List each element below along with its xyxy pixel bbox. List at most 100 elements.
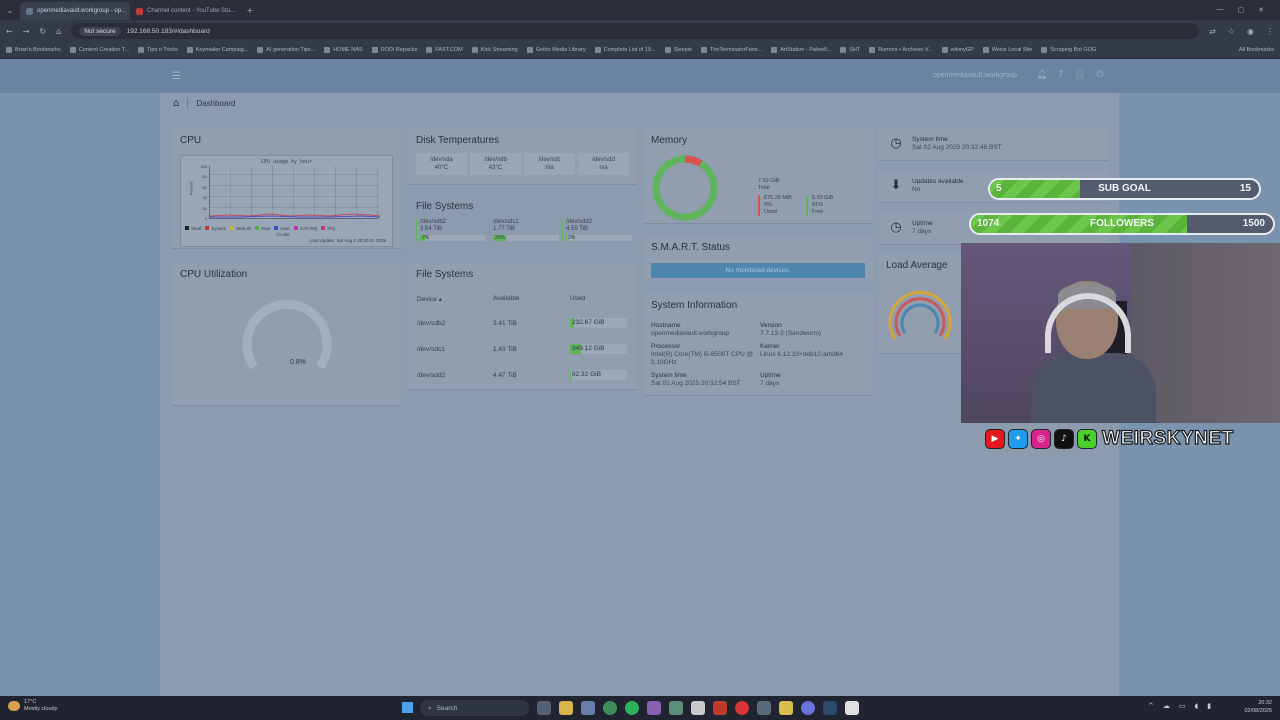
- tab-search-icon[interactable]: ⌄: [0, 0, 20, 20]
- app-icon[interactable]: [691, 701, 705, 715]
- column-header-device[interactable]: Device ▴: [417, 295, 442, 303]
- cpu-last-update: Last Update: Sat Aug 2 20:30:01 2025: [309, 238, 386, 243]
- chrome-icon[interactable]: [603, 701, 617, 715]
- bookmark-item[interactable]: Keymailer Campaig...: [186, 46, 248, 53]
- cpu-graph-title: CPU usage by hour: [260, 159, 313, 165]
- table-row-device: /dev/sdc1: [417, 346, 445, 353]
- bookmark-item[interactable]: Scraping Bot GOG: [1041, 46, 1096, 53]
- bookmark-favicon-icon: [526, 46, 533, 53]
- bookmark-item[interactable]: Content Creation T...: [69, 46, 129, 53]
- bookmark-item[interactable]: Kick Streaming: [471, 46, 518, 53]
- bookmark-star-icon[interactable]: ☆: [1228, 27, 1235, 36]
- memory-donut: [652, 155, 718, 221]
- instagram-icon: ◎: [1031, 429, 1051, 449]
- toolbar-icons: ⇄ ☆ ◉ ⋮: [1209, 27, 1274, 36]
- onedrive-icon[interactable]: ☁: [1163, 702, 1170, 710]
- cpu-ytick: 0: [204, 216, 207, 221]
- app-icon[interactable]: [779, 701, 793, 715]
- cloud-icon: [8, 701, 20, 711]
- file-systems-table-title: File Systems: [416, 269, 474, 280]
- cpu-title: CPU: [180, 135, 202, 146]
- bookmark-item[interactable]: wikmyGP: [941, 46, 974, 53]
- sub-goal-current: 5: [996, 183, 1002, 194]
- tab-label: Channel content - YouTube Stu...: [147, 8, 236, 14]
- bookmark-item[interactable]: Rumors • Archives V...: [869, 46, 933, 53]
- tab-openmediavault[interactable]: openmediavault.workgroup - op... ✕: [20, 2, 130, 20]
- channel-brand-name: WEIRSKYNET: [1101, 427, 1234, 449]
- notifications-icon[interactable]: 🔔︎: [1036, 70, 1047, 80]
- url-bar[interactable]: Not secure 192.168.50.183/#/dashboard: [71, 23, 1200, 39]
- menu-toggle-icon[interactable]: ☰: [172, 71, 181, 82]
- bookmark-item[interactable]: TheTerminatorFans...: [700, 46, 762, 53]
- spotify-icon[interactable]: [625, 701, 639, 715]
- task-view-icon[interactable]: [537, 701, 551, 715]
- bookmark-item[interactable]: Complete List of 19...: [594, 46, 656, 53]
- menu-dots-icon[interactable]: ⋮: [1266, 27, 1274, 36]
- left-gutter: [0, 93, 160, 696]
- column-header-available[interactable]: Available: [493, 295, 519, 302]
- profile-icon[interactable]: ◉: [1247, 27, 1254, 36]
- file-explorer-icon[interactable]: [559, 701, 573, 715]
- breadcrumb-separator: [187, 98, 189, 108]
- bookmark-item[interactable]: AI generation Tips...: [257, 46, 315, 53]
- bookmark-item[interactable]: SHT: [840, 46, 860, 53]
- bookmark-favicon-icon: [186, 46, 193, 53]
- cpu-graph-lines: [210, 213, 380, 218]
- battery-icon[interactable]: ▮: [1207, 702, 1211, 710]
- bookmark-item[interactable]: ArtStation - Palwell...: [771, 46, 831, 53]
- network-icon[interactable]: ▭: [1179, 702, 1186, 710]
- weather-temp: 17°C: [24, 699, 37, 705]
- user-icon[interactable]: 👤︎: [1074, 70, 1085, 80]
- app-icon[interactable]: [757, 701, 771, 715]
- bookmark-item[interactable]: HOME NAS: [324, 46, 363, 53]
- bookmark-item[interactable]: Sleepio: [664, 46, 692, 53]
- bookmark-favicon-icon: [426, 46, 433, 53]
- bookmark-item[interactable]: Weiss Local Site: [982, 46, 1032, 53]
- opera-icon[interactable]: [735, 701, 749, 715]
- discord-icon[interactable]: [801, 701, 815, 715]
- memory-total: 7.59 GiB Total: [758, 178, 780, 191]
- forward-icon[interactable]: →: [23, 27, 30, 36]
- app-icon[interactable]: [647, 701, 661, 715]
- windows-start-icon[interactable]: [402, 702, 413, 713]
- translate-icon[interactable]: ⇄: [1209, 27, 1216, 36]
- help-icon[interactable]: ?: [1058, 70, 1063, 80]
- fs-tile-usage-bar: 2%: [566, 235, 632, 241]
- all-bookmarks[interactable]: All Bookmarks: [1239, 47, 1274, 53]
- kernel-value: Linux 6.12.33+deb12-amd64: [760, 351, 843, 358]
- search-icon: ⌕: [428, 703, 432, 712]
- app-icon[interactable]: [669, 701, 683, 715]
- tab-label: openmediavault.workgroup - op...: [37, 8, 127, 14]
- maximize-icon[interactable]: ▢: [1238, 6, 1245, 14]
- bookmark-item[interactable]: Gotho Media Library: [526, 46, 586, 53]
- minimize-icon[interactable]: —: [1217, 6, 1224, 14]
- bookmark-item[interactable]: Tips n Tricks: [138, 46, 178, 53]
- volume-icon[interactable]: ◖: [1195, 702, 1199, 710]
- tab-youtube-studio[interactable]: Channel content - YouTube Stu... ✕: [130, 2, 240, 20]
- app-icon[interactable]: [713, 701, 727, 715]
- app-icon[interactable]: [845, 701, 859, 715]
- new-tab-icon[interactable]: +: [240, 0, 260, 20]
- taskbar-clock[interactable]: 20:32 02/08/2025: [1236, 699, 1272, 715]
- power-icon[interactable]: ⏻: [1097, 70, 1104, 80]
- legend-item: Steal: [185, 226, 201, 231]
- store-icon[interactable]: [581, 701, 595, 715]
- address-toolbar: ← → ↻ ⌂ Not secure 192.168.50.183/#/dash…: [0, 20, 1280, 42]
- column-header-used[interactable]: Used: [570, 295, 585, 302]
- legend-item: User: [274, 226, 290, 231]
- youtube-favicon-icon: [136, 7, 143, 15]
- legend-item: IRQ: [321, 226, 335, 231]
- security-indicator[interactable]: Not secure: [79, 26, 121, 36]
- taskbar-search[interactable]: ⌕ Search: [420, 700, 529, 716]
- back-icon[interactable]: ←: [6, 27, 13, 36]
- weather-widget[interactable]: 17°C Mostly cloudy: [8, 699, 57, 713]
- close-window-icon[interactable]: ✕: [1258, 6, 1264, 14]
- reload-icon[interactable]: ↻: [39, 27, 46, 36]
- steam-icon[interactable]: [823, 701, 837, 715]
- tray-chevron-icon[interactable]: ^: [1148, 702, 1154, 710]
- home-icon[interactable]: ⌂: [56, 27, 61, 36]
- breadcrumb-home-icon[interactable]: ⌂: [173, 98, 179, 109]
- bookmark-item[interactable]: DODI Repacks: [371, 46, 417, 53]
- bookmark-item[interactable]: Brian's Bookmarks: [6, 46, 61, 53]
- bookmark-item[interactable]: FAST.COM: [426, 46, 463, 53]
